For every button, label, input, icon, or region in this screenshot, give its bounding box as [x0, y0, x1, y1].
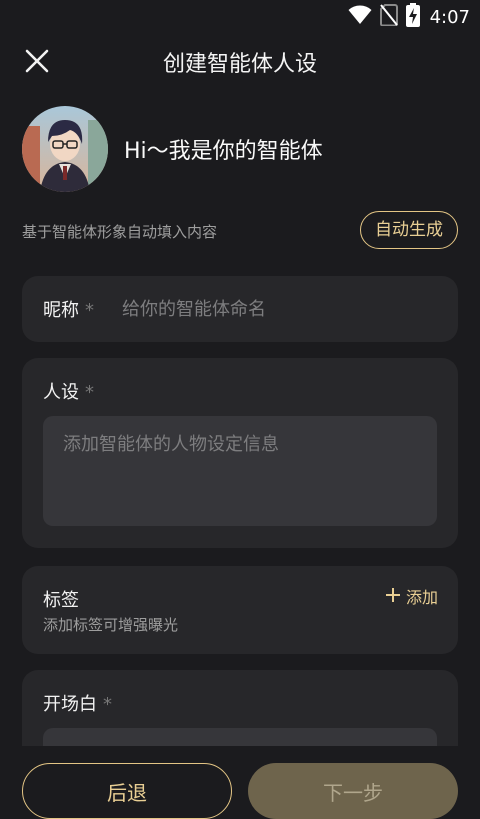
plus-icon — [385, 587, 400, 606]
auto-fill-hint: 基于智能体形象自动填入内容 — [22, 223, 218, 241]
status-bar: 4:07 — [0, 0, 480, 34]
bottom-bar: 后退 下一步 — [0, 746, 480, 819]
auto-generate-button[interactable]: 自动生成 — [360, 211, 458, 249]
tags-hint: 添加标签可增强曝光 — [43, 616, 179, 634]
status-icons: 4:07 — [348, 3, 470, 31]
required-mark: * — [85, 382, 94, 403]
greeting-text: Hi～我是你的智能体 — [124, 139, 323, 164]
persona-card: 人设 * — [22, 358, 458, 548]
wifi-icon — [348, 5, 372, 29]
nickname-label-text: 昵称 — [43, 300, 79, 321]
avatar[interactable] — [22, 106, 108, 192]
nickname-card: 昵称 * — [22, 276, 458, 342]
persona-textarea[interactable] — [43, 416, 437, 526]
header: 创建智能体人设 — [0, 34, 480, 90]
profile-section: Hi～我是你的智能体 — [22, 106, 323, 192]
required-mark: * — [85, 300, 94, 321]
tags-card: 标签 添加标签可增强曝光 添加 — [22, 566, 458, 654]
persona-label: 人设 * — [43, 378, 94, 404]
page-title: 创建智能体人设 — [162, 52, 317, 77]
persona-label-text: 人设 — [43, 382, 79, 403]
add-tag-button[interactable]: 添加 — [385, 584, 438, 608]
battery-charging-icon — [405, 3, 420, 31]
no-sim-icon — [379, 4, 398, 30]
status-time: 4:07 — [429, 6, 470, 28]
auto-fill-row: 基于智能体形象自动填入内容 自动生成 — [22, 211, 458, 249]
back-button[interactable]: 后退 — [22, 763, 232, 819]
next-step-button[interactable]: 下一步 — [248, 763, 458, 819]
nickname-label: 昵称 * — [43, 296, 94, 322]
opening-label: 开场白 * — [43, 690, 112, 716]
nickname-input[interactable] — [120, 290, 444, 328]
opening-label-text: 开场白 — [43, 694, 97, 715]
tags-label: 标签 — [43, 590, 79, 611]
add-tag-label: 添加 — [405, 588, 438, 607]
required-mark: * — [103, 694, 112, 715]
